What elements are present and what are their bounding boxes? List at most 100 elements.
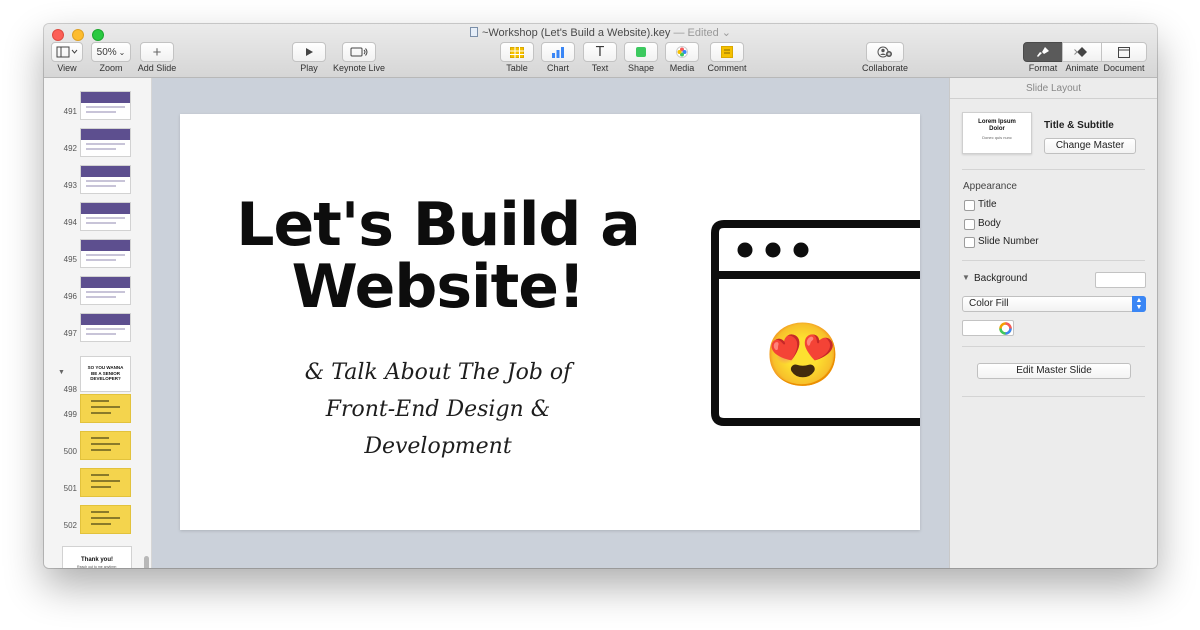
slide-number: 501: [63, 484, 77, 493]
format-inspector: Slide Layout Lorem Ipsum Dolor Donec qui…: [949, 78, 1157, 568]
edit-master-slide-button[interactable]: Edit Master Slide: [977, 363, 1131, 379]
format-label: Format: [1028, 63, 1058, 73]
toolbar: ~Workshop (Let's Build a Website).key — …: [44, 24, 1157, 78]
chevron-down-icon: ⌄: [118, 47, 126, 57]
shape-label: Shape: [627, 63, 655, 73]
slide-thumbnail[interactable]: [80, 468, 131, 497]
comment-label: Comment: [707, 63, 747, 73]
inspector-divider: [962, 169, 1145, 170]
background-color-well[interactable]: [1095, 272, 1146, 288]
zoom-select[interactable]: 50% ⌄: [91, 42, 131, 62]
slide-thumbnail[interactable]: [80, 505, 131, 534]
animate-label: Animate: [1065, 63, 1099, 73]
document-name: ~Workshop (Let's Build a Website).key: [481, 27, 671, 39]
media-button[interactable]: [665, 42, 699, 62]
text-label: Text: [591, 63, 609, 73]
title-checkbox-label: Title: [978, 199, 997, 210]
body-checkbox-label: Body: [978, 218, 1001, 229]
slide-thumbnail[interactable]: [80, 202, 131, 231]
slide-number: 500: [63, 447, 77, 456]
fill-type-select[interactable]: Color Fill ▲ ▼: [962, 296, 1146, 312]
slide-number: 499: [63, 410, 77, 419]
table-label: Table: [506, 63, 528, 73]
format-button[interactable]: [1023, 42, 1063, 62]
slide-number-checkbox[interactable]: [964, 237, 975, 248]
thumbnail-text: SO YOU WANNA BE A SENIOR DEVELOPER?: [87, 365, 124, 381]
select-arrows-icon: ▲ ▼: [1132, 296, 1146, 312]
play-icon: [306, 48, 313, 56]
keynote-live-label: Keynote Live: [332, 63, 386, 73]
slide-number: 498: [63, 385, 77, 394]
layout-preview-title: Lorem Ipsum Dolor: [978, 119, 1016, 132]
zoom-value: 50%: [96, 46, 117, 58]
play-button[interactable]: [292, 42, 326, 62]
media-label: Media: [669, 63, 695, 73]
navigator-scrollbar[interactable]: [144, 556, 149, 568]
master-layout-thumbnail[interactable]: Lorem Ipsum Dolor Donec quis nunc: [962, 112, 1032, 154]
slide-subtitle[interactable]: & Talk About The Job of Front-End Design…: [286, 354, 590, 465]
slide-number-checkbox-label: Slide Number: [978, 236, 1039, 247]
slide-thumbnail[interactable]: [80, 276, 131, 305]
plus-icon: +: [152, 43, 162, 61]
shape-button[interactable]: [624, 42, 658, 62]
slide-number: 493: [63, 181, 77, 190]
collaborate-button[interactable]: [866, 42, 904, 62]
slide-thumbnail[interactable]: [80, 431, 131, 460]
heart-eyes-emoji-icon: 😍: [764, 321, 841, 390]
view-label: View: [57, 63, 77, 73]
animate-icon: [1074, 47, 1087, 57]
slide-thumbnail[interactable]: [80, 239, 131, 268]
document-label: Document: [1103, 63, 1145, 73]
animate-button[interactable]: [1062, 42, 1102, 62]
slide-thumbnail[interactable]: [80, 394, 131, 423]
slide-number: 502: [63, 521, 77, 530]
fill-color-well[interactable]: [962, 320, 1014, 336]
disclosure-triangle-icon[interactable]: ▼: [58, 369, 65, 376]
chart-button[interactable]: [541, 42, 575, 62]
table-icon: [510, 46, 524, 58]
inspector-divider: [962, 346, 1145, 347]
slide-title[interactable]: Let's Build a Website!: [230, 194, 646, 318]
table-button[interactable]: [500, 42, 534, 62]
current-slide[interactable]: Let's Build a Website! & Talk About The …: [180, 114, 920, 530]
document-icon: [1118, 46, 1130, 58]
shape-icon: [636, 47, 646, 57]
text-button[interactable]: T: [583, 42, 617, 62]
color-wheel-icon[interactable]: [999, 322, 1012, 335]
browser-window-icon[interactable]: 😍: [710, 214, 920, 434]
slide-thumbnail[interactable]: [80, 165, 131, 194]
thumbnail-text: Reach out to me anytime: @alexispicas@gm…: [77, 565, 117, 568]
document-title[interactable]: ~Workshop (Let's Build a Website).key — …: [44, 26, 1157, 40]
layout-preview-subtitle: Donec quis nunc: [982, 135, 1012, 140]
body-checkbox[interactable]: [964, 219, 975, 230]
slide-canvas: Let's Build a Website! & Talk About The …: [152, 78, 949, 568]
appearance-heading: Appearance: [963, 181, 1017, 192]
add-slide-button[interactable]: +: [140, 42, 174, 62]
media-icon: [676, 46, 688, 58]
slide-thumbnail[interactable]: [80, 91, 131, 120]
slide-thumbnail[interactable]: Thank you! Reach out to me anytime: @alex…: [62, 546, 132, 568]
zoom-label: Zoom: [99, 63, 123, 73]
slide-number: 496: [63, 292, 77, 301]
document-button[interactable]: [1101, 42, 1147, 62]
play-label: Play: [300, 63, 318, 73]
text-icon: T: [596, 44, 604, 60]
slide-number: 494: [63, 218, 77, 227]
keynote-document-icon: [469, 27, 478, 37]
inspector-divider: [962, 396, 1145, 397]
keynote-window: ~Workshop (Let's Build a Website).key — …: [44, 24, 1157, 568]
slide-thumbnail[interactable]: [80, 313, 131, 342]
slide-thumbnail[interactable]: [80, 128, 131, 157]
keynote-live-button[interactable]: [342, 42, 376, 62]
layout-name: Title & Subtitle: [1044, 120, 1114, 131]
edited-status: — Edited ⌄: [673, 27, 732, 39]
slide-navigator: 491 492 493 494 495 496 497 498 SO YOU WANNA BE …: [44, 78, 152, 568]
keynote-live-icon: [350, 47, 368, 56]
title-checkbox[interactable]: [964, 200, 975, 211]
comment-button[interactable]: [710, 42, 744, 62]
inspector-divider: [962, 260, 1145, 261]
change-master-button[interactable]: Change Master: [1044, 138, 1136, 154]
view-button[interactable]: [51, 42, 83, 62]
slide-thumbnail[interactable]: SO YOU WANNA BE A SENIOR DEVELOPER?: [80, 356, 131, 392]
disclosure-triangle-icon[interactable]: ▼: [962, 273, 970, 282]
